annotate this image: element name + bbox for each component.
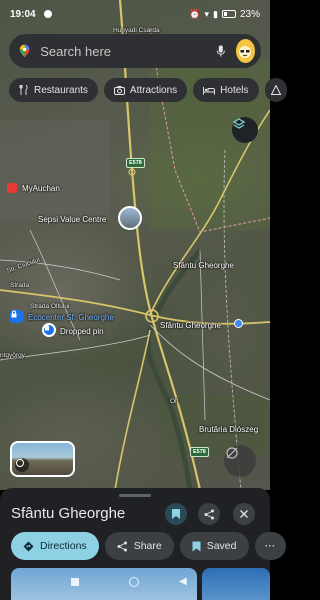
street-label-strada: Strada [10,282,30,289]
saved-label: Saved [206,540,237,552]
close-icon [240,510,248,518]
avatar[interactable] [235,39,255,63]
wifi-icon: ▾ [204,8,210,19]
map-canvas[interactable]: E578 E578 Hunyadi Csárda MyAuchan Sepsi … [0,0,270,490]
back-icon: ◀ [179,576,187,587]
place-title: Sfântu Gheorghe [11,505,126,522]
place-label-partial: ntgyörgy [0,352,25,359]
chip-hotels[interactable]: Hotels [193,78,259,102]
battery-percent: 23% [239,8,260,20]
gas-station-icon [270,85,281,95]
more-button[interactable]: ⋯ [254,532,286,560]
route-badge-e578: E578 [190,447,209,457]
place-sheet[interactable]: Sfântu Gheorghe Directions Share Saved ⋯… [0,488,286,600]
street-view-thumbnail[interactable] [10,441,75,477]
shopping-pin-icon[interactable] [7,183,17,193]
sheet-drag-handle[interactable] [119,494,151,497]
action-buttons: Directions Share Saved ⋯ [11,532,286,560]
crosshair-icon [226,447,238,459]
share-label: Share [133,540,162,552]
poi-label-brutaria[interactable]: Brutăria Diószeg [199,425,258,434]
stop-icon [71,578,79,586]
layers-icon [232,118,246,129]
poi-label-ecocenter[interactable]: Ecocenter Sf. Gheorghe [28,313,114,322]
layers-button[interactable] [232,117,258,143]
alarm-icon: ⏰ [189,8,201,19]
search-bar[interactable] [9,34,261,68]
lock-pin-icon[interactable] [10,310,23,323]
close-button[interactable] [233,503,255,525]
share-icon [117,541,127,551]
notification-icon [43,10,52,18]
saved-bookmark-button[interactable] [165,503,187,525]
search-input[interactable] [40,43,217,59]
poi-label-myauchan[interactable]: MyAuchan [22,184,60,193]
directions-button[interactable]: Directions [11,532,99,560]
camera-icon [113,86,125,95]
street-label-oltului: Strada Oltului [30,303,70,310]
chip-attractions[interactable]: Attractions [103,78,188,102]
bookmark-icon [192,541,201,551]
fork-knife-icon [19,85,28,95]
share-icon [204,509,214,519]
share-icon-button[interactable] [198,503,220,525]
poi-label-sepsi[interactable]: Sepsi Value Centre [38,215,106,224]
saved-button[interactable]: Saved [179,532,249,560]
signal-icon: ▮ [213,8,218,19]
place-label-sfantu-gheorghe[interactable]: Sfântu Gheorghe [160,321,221,330]
chip-label: Hotels [220,84,249,96]
chip-label: Restaurants [34,84,88,96]
photo-marker-sepsi[interactable] [118,206,142,230]
status-bar: 19:04 ⏰ ▾ ▮ 23% [0,0,270,28]
dropped-pin-label[interactable]: Dropped pin [60,327,104,336]
directions-label: Directions [40,540,87,552]
place-photo[interactable]: ◀ [11,568,197,600]
transit-pin-icon[interactable] [234,319,243,328]
directions-icon [23,541,34,551]
battery-icon [221,10,236,18]
microphone-icon[interactable] [216,43,226,59]
my-location-button[interactable] [224,445,256,477]
category-chips: Restaurants Attractions Hotels [9,78,287,102]
place-photo[interactable] [202,568,270,600]
chip-restaurants[interactable]: Restaurants [9,78,98,102]
route-badge-e578: E578 [126,158,145,168]
poi-label-hunyadi[interactable]: Hunyadi Csárda [113,27,160,34]
bookmark-icon [172,509,180,519]
avatar-face-icon [239,46,252,58]
map-roads [0,0,270,490]
google-maps-logo-icon [19,44,30,58]
city-label-sfantu-gheorghe[interactable]: Sfântu Gheorghe [173,261,234,270]
more-icon: ⋯ [264,540,276,552]
chip-label: Attractions [129,84,178,96]
bed-icon [203,86,216,94]
dropped-pin-icon[interactable] [42,323,56,337]
river-label-olt: Olt [170,398,179,405]
chip-more[interactable] [264,78,287,102]
clock: 19:04 [10,8,36,20]
home-circle-icon [129,577,139,587]
street-view-rotate-icon [15,458,29,472]
share-button[interactable]: Share [104,532,174,560]
